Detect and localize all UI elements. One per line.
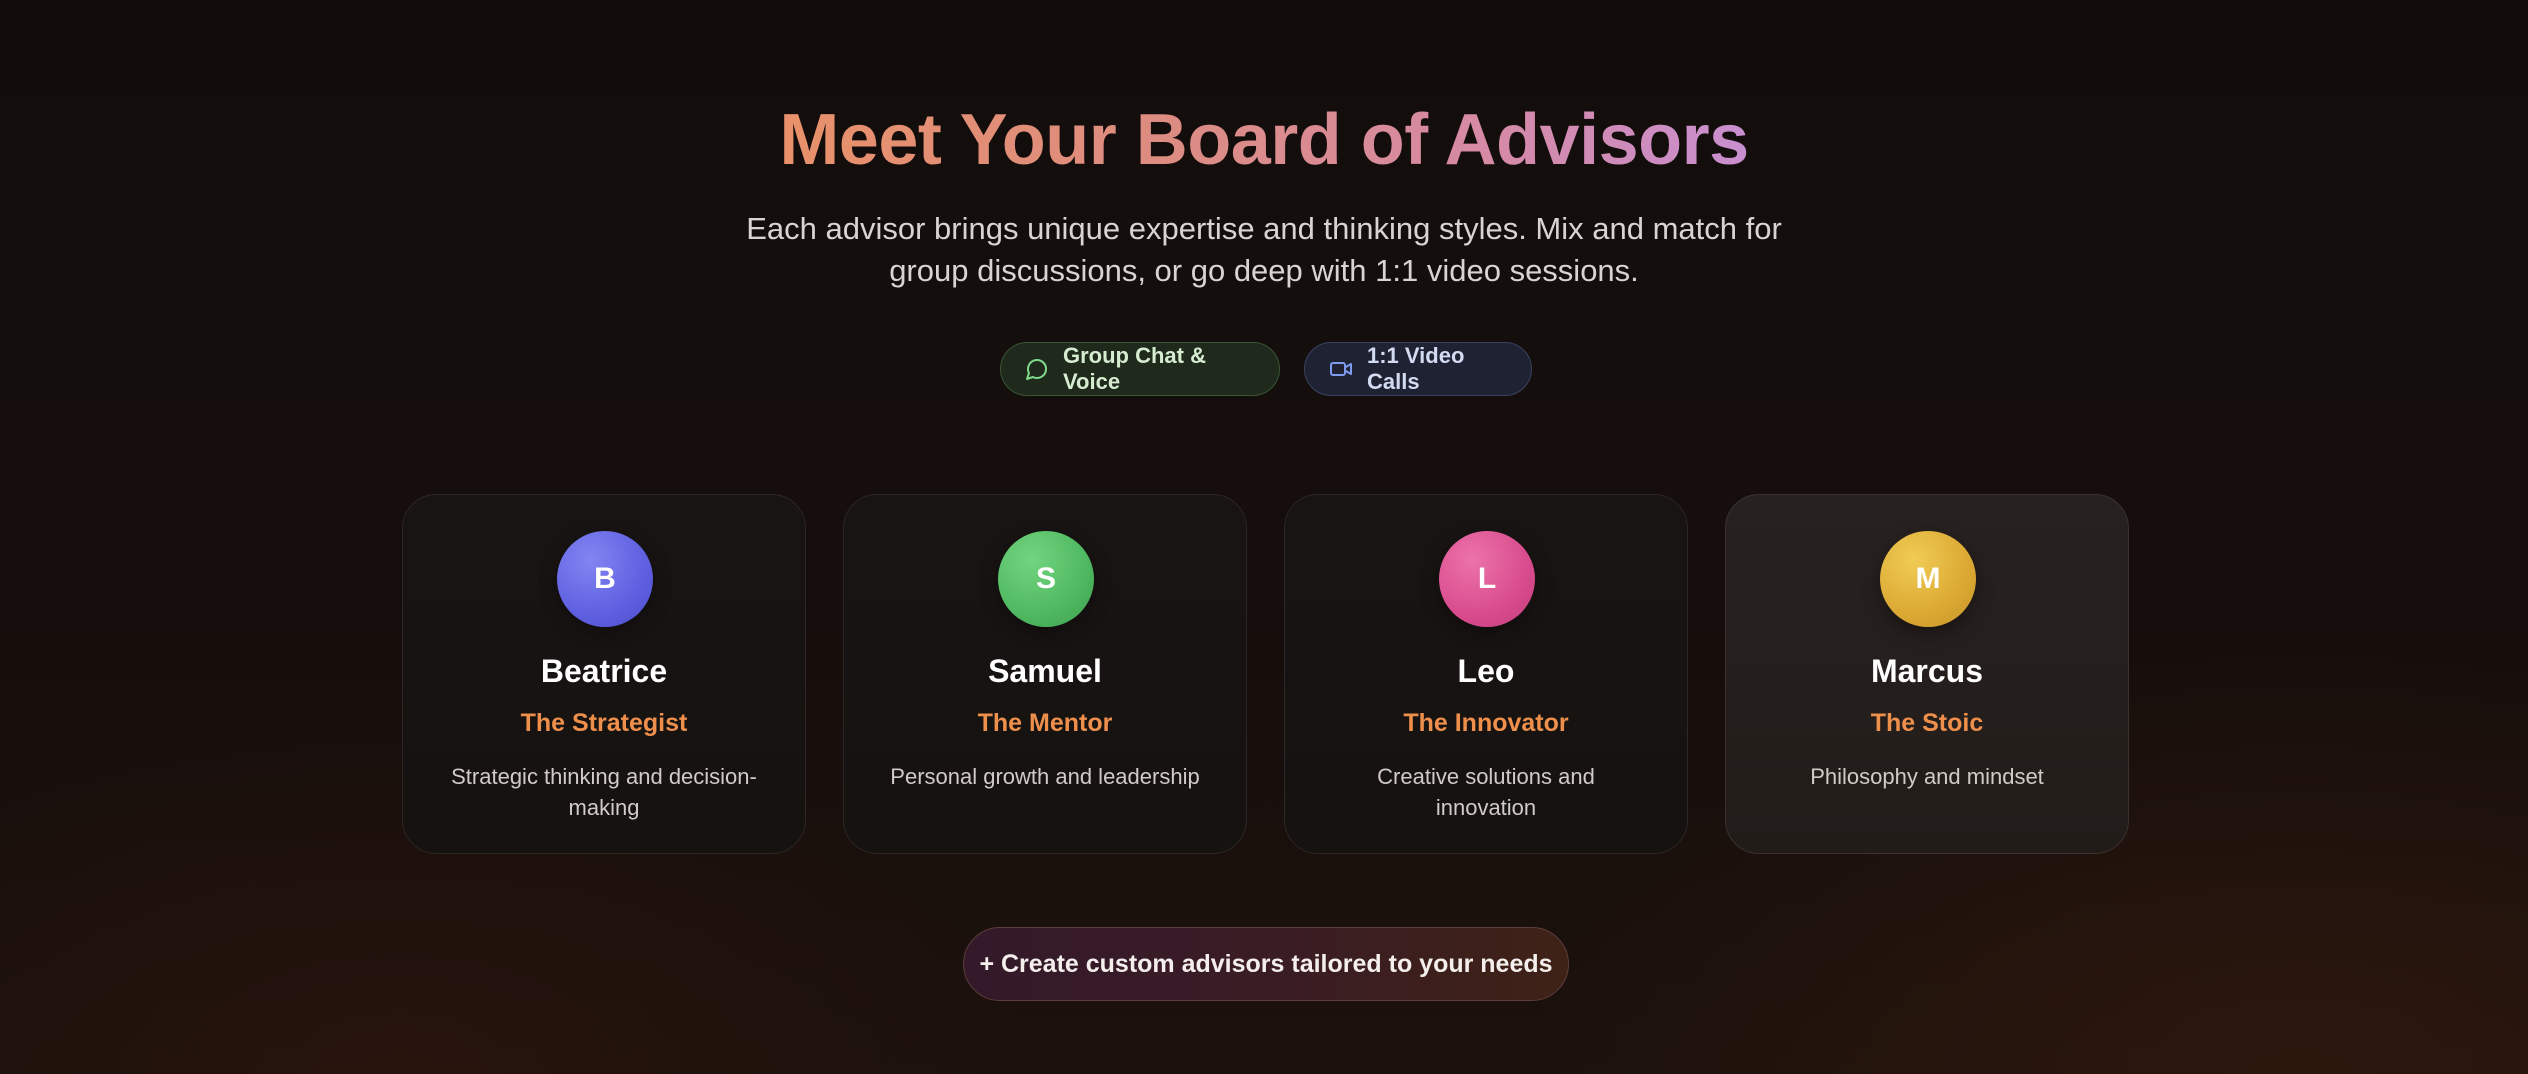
avatar: L xyxy=(1439,531,1535,627)
avatar-initial: B xyxy=(594,562,616,595)
page-subtitle: Each advisor brings unique expertise and… xyxy=(746,211,1782,288)
avatar-initial: M xyxy=(1915,562,1941,595)
video-camera-icon xyxy=(1329,357,1353,381)
advisor-name: Leo xyxy=(1457,653,1515,689)
advisor-description: Personal growth and leadership xyxy=(890,764,1200,789)
advisor-name: Beatrice xyxy=(540,653,668,689)
advisor-name: Marcus xyxy=(1870,653,1984,689)
advisor-role: The Innovator xyxy=(1403,709,1569,737)
advisor-description: Strategic thinking and decision-making xyxy=(451,764,757,820)
feature-badge-label: Group Chat & Voice xyxy=(1063,343,1206,394)
advisor-card-marcus[interactable]: M Marcus The Stoic Philosophy and mindse… xyxy=(1725,494,2129,854)
avatar: M xyxy=(1880,531,1976,627)
advisor-card-beatrice[interactable]: B Beatrice The Strategist Strategic thin… xyxy=(402,494,806,854)
avatar-initial: L xyxy=(1477,562,1497,595)
avatar: B xyxy=(557,531,653,627)
create-custom-advisors-label: + Create custom advisors tailored to you… xyxy=(979,949,1553,978)
avatar: S xyxy=(998,531,1094,627)
feature-badge-label: 1:1 Video Calls xyxy=(1367,343,1465,394)
create-custom-advisors-button[interactable]: + Create custom advisors tailored to you… xyxy=(963,927,1569,1001)
advisor-card-samuel[interactable]: S Samuel The Mentor Personal growth and … xyxy=(843,494,1247,854)
advisor-description: Philosophy and mindset xyxy=(1810,764,2044,789)
page-title-text: Meet Your Board of Advisors xyxy=(779,100,1749,180)
chat-bubble-icon xyxy=(1025,357,1049,381)
advisor-role: The Mentor xyxy=(977,709,1113,737)
avatar-initial: S xyxy=(1035,562,1056,595)
feature-badge-video-calls: 1:1 Video Calls xyxy=(1304,342,1532,396)
advisor-name: Samuel xyxy=(988,653,1102,689)
advisor-role: The Stoic xyxy=(1870,709,1984,737)
advisor-role: The Strategist xyxy=(520,709,688,737)
feature-badge-group-chat: Group Chat & Voice xyxy=(1000,342,1280,396)
advisors-page: Meet Your Board of Advisors Each advisor… xyxy=(0,0,2528,1074)
advisor-description: Creative solutions and innovation xyxy=(1377,764,1595,820)
page-title: Meet Your Board of Advisors xyxy=(0,95,2528,185)
advisor-card-leo[interactable]: L Leo The Innovator Creative solutions a… xyxy=(1284,494,1688,854)
